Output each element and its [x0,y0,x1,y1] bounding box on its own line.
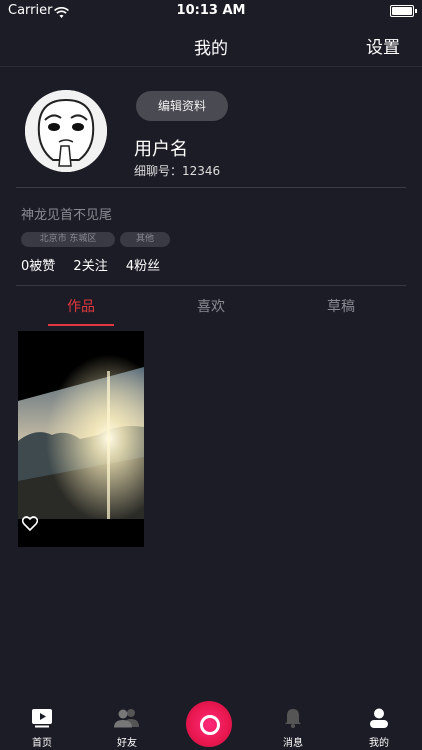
username: 用户名 [134,139,188,160]
active-tab-indicator [48,324,114,326]
tab-me[interactable]: 我的 [354,708,404,749]
category-tag: 其他 [120,232,170,247]
record-icon [200,715,220,735]
user-id: 细聊号：12346 [134,164,221,178]
record-button[interactable] [186,701,232,747]
bio-text: 神龙见首不见尾 [21,208,113,223]
bell-icon [283,709,303,732]
heart-icon[interactable] [21,516,39,535]
page-title: 我的 [194,39,228,59]
divider [16,187,406,188]
friends-icon [114,709,140,732]
status-bar: Carrier 10:13 AM [0,0,422,22]
tab-friends-label: 好友 [117,738,137,749]
status-time: 10:13 AM [176,3,246,18]
battery-icon [390,5,414,17]
following-count[interactable]: 2关注 [73,259,107,274]
tab-works[interactable]: 作品 [11,296,151,316]
tab-likes[interactable]: 喜欢 [141,296,281,316]
followers-count[interactable]: 4粉丝 [126,259,160,274]
edit-profile-button[interactable]: 编辑资料 [136,91,228,121]
tab-home-label: 首页 [32,738,52,749]
settings-button[interactable]: 设置 [366,33,400,58]
video-icon [31,709,53,732]
likes-count[interactable]: 0被赞 [21,259,55,274]
tab-home[interactable]: 首页 [17,708,67,749]
video-thumbnail[interactable] [18,331,144,547]
tab-messages[interactable]: 消息 [268,708,318,749]
avatar[interactable] [25,90,107,172]
tab-friends[interactable]: 好友 [102,708,152,749]
content-tabs: 作品 喜欢 草稿 [0,296,422,330]
nav-bar: 我的 设置 [0,22,422,67]
divider [16,285,406,286]
profile-icon [369,708,389,732]
tab-messages-label: 消息 [283,738,303,749]
tab-me-label: 我的 [369,738,389,749]
stats-row: 0被赞 2关注 4粉丝 [21,255,174,274]
battery-tip [415,9,417,13]
tab-drafts[interactable]: 草稿 [271,296,411,316]
location-tag: 北京市 东城区 [21,232,115,247]
